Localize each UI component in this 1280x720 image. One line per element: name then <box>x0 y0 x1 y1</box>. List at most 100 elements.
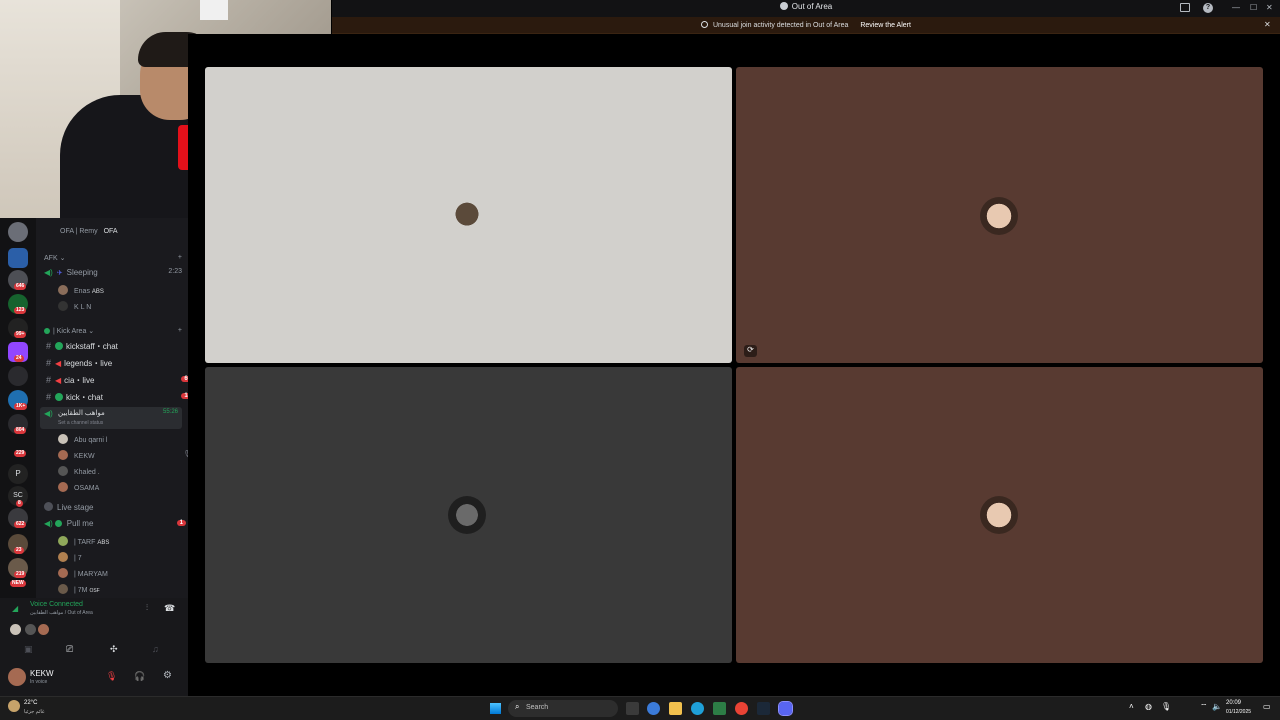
channel-status[interactable]: Set a channel status <box>58 420 103 426</box>
chevron-up-icon[interactable]: ˄ <box>1129 702 1134 711</box>
weather-desc: غائم جزئيا <box>24 709 45 715</box>
screen-share-icon[interactable]: ⎚ <box>66 644 73 655</box>
microphone-icon[interactable]: 🎙 <box>1161 702 1171 711</box>
channel-item[interactable]: OFA | Remy OFA <box>60 228 208 235</box>
channel-list: OFA | Remy OFA AFK ⌄ + ◀) ✈ Sleeping 2:23… <box>36 218 198 598</box>
video-tile-4[interactable] <box>736 367 1263 663</box>
user-tag: OSF <box>89 588 100 594</box>
avatar[interactable] <box>38 624 49 635</box>
user-name: K L N <box>74 304 92 311</box>
voice-user[interactable]: Khaled . <box>58 466 206 476</box>
chrome-icon[interactable] <box>735 702 748 715</box>
text-channel-kick-chat[interactable]: #kick・chat14 <box>46 392 194 403</box>
voice-channel-sleeping[interactable]: ◀) ✈ Sleeping 2:23 <box>44 268 192 277</box>
voice-user[interactable]: Enas ABS🎙 <box>58 285 206 295</box>
voice-user[interactable]: | 7🎙 <box>58 552 206 562</box>
clock-time[interactable]: 20:09 <box>1226 700 1241 706</box>
discord-icon[interactable] <box>778 701 793 716</box>
stage-channel[interactable]: Live stage <box>44 502 192 512</box>
text-channel-kickstaff[interactable]: # kickstaff・chat <box>46 341 194 352</box>
participant-avatar <box>448 197 486 235</box>
voice-status[interactable]: Voice Connected <box>30 601 83 608</box>
server-badge: 622 <box>14 521 27 528</box>
video-tile-1[interactable] <box>205 67 732 363</box>
help-icon[interactable]: ? <box>1203 3 1213 13</box>
avatar <box>58 584 68 594</box>
inbox-icon[interactable] <box>1180 3 1190 12</box>
window-titlebar: Out of Area ? — ☐ ✕ <box>332 0 1280 17</box>
user-name: | TARF <box>74 539 96 546</box>
category-kick-area[interactable]: | Kick Area ⌄ + <box>44 327 192 335</box>
voice-channel-pull-me[interactable]: ◀) Pull me 1 <box>44 519 192 528</box>
review-alert-link[interactable]: Review the Alert <box>860 22 911 29</box>
soundboard-icon[interactable]: ♫ <box>152 644 159 654</box>
megaphone-icon: ◀ <box>55 359 62 368</box>
camera-icon[interactable]: ▣ <box>24 644 33 655</box>
voice-user[interactable]: OSAMA <box>58 482 206 492</box>
server-icon[interactable] <box>8 248 28 268</box>
server-badge: 219 <box>14 571 27 578</box>
channel-name: cia・live <box>64 376 95 385</box>
server-icon[interactable] <box>8 366 28 386</box>
voice-user[interactable]: KEKW🎙⊘ <box>58 450 206 460</box>
activities-icon[interactable]: ✣ <box>110 644 118 655</box>
mute-mic-button[interactable]: 🎙 <box>106 671 117 682</box>
search-icon: ⌕ <box>515 702 520 711</box>
steam-icon[interactable] <box>757 702 770 715</box>
voice-user[interactable]: | MARYAM🎙 <box>58 568 206 578</box>
clock-date[interactable]: 01/12/2025 <box>1226 709 1251 715</box>
volume-icon[interactable]: 🔈 <box>1212 702 1222 711</box>
disconnect-icon[interactable]: ☎ <box>164 603 175 614</box>
weather-temp[interactable]: 22°C <box>24 700 37 706</box>
voice-location[interactable]: مواهب الطقايين / Out of Area <box>30 610 93 616</box>
deafen-button[interactable]: 🎧 <box>134 671 145 682</box>
voice-channel-active[interactable]: ◀) مواهب الطقايين 55:26 Set a channel st… <box>40 407 182 429</box>
wifi-icon[interactable]: ⌔ <box>1200 702 1208 712</box>
file-explorer-icon[interactable] <box>669 702 682 715</box>
windows-start-icon[interactable] <box>490 703 501 714</box>
close-window-button[interactable]: ✕ <box>1266 3 1273 12</box>
minimize-button[interactable]: — <box>1232 3 1240 12</box>
server-icon[interactable]: P <box>8 464 28 484</box>
avatar <box>58 301 68 311</box>
noise-suppression-icon[interactable]: ⫶ <box>146 603 148 613</box>
maximize-button[interactable]: ☐ <box>1250 3 1257 12</box>
task-view-icon[interactable] <box>626 702 639 715</box>
server-badge: 804 <box>14 427 27 434</box>
speaker-icon: ◀) <box>44 409 53 418</box>
text-channel-legends[interactable]: # ◀ legends・live <box>46 358 194 369</box>
edge-icon[interactable] <box>691 702 704 715</box>
notification-icon[interactable]: ▭ <box>1263 702 1271 711</box>
server-badge: 123 <box>14 307 27 314</box>
close-alert-button[interactable]: ✕ <box>1264 20 1271 29</box>
video-tile-3[interactable] <box>205 367 732 663</box>
channel-name: kick・chat <box>66 393 103 402</box>
voice-user[interactable]: | TARF ABS🎙 <box>58 536 206 546</box>
voice-user[interactable]: Abu qarni l <box>58 434 206 444</box>
taskbar-search[interactable]: ⌕ Search <box>508 700 618 717</box>
settings-gear-icon[interactable]: ⚙ <box>163 670 172 681</box>
user-name: | 7 <box>74 555 82 562</box>
server-icon[interactable] <box>8 222 28 242</box>
channel-name: Live stage <box>57 503 94 512</box>
voice-user[interactable]: K L N🎙 <box>58 301 206 311</box>
video-tile-2[interactable]: ⟳ <box>736 67 1263 363</box>
copilot-icon[interactable] <box>647 702 660 715</box>
text-channel-cia[interactable]: #◀cia・live60 <box>46 375 194 386</box>
avatar[interactable] <box>10 624 21 635</box>
status-dot <box>44 328 50 334</box>
server-sidebar: 646 123 99+ 24 1K+ 804 229 P SC 8 622 23… <box>0 218 36 598</box>
weather-icon[interactable] <box>8 700 20 712</box>
signal-icon[interactable]: ◢ <box>12 604 18 613</box>
new-badge: NEW <box>10 580 26 587</box>
network-icon[interactable]: ◍ <box>1145 702 1152 711</box>
store-icon[interactable] <box>713 702 726 715</box>
category-afk[interactable]: AFK ⌄ + <box>44 254 192 262</box>
user-avatar[interactable] <box>8 668 26 686</box>
screen-share-icon[interactable]: ⟳ <box>744 345 757 357</box>
avatar[interactable] <box>25 624 36 635</box>
user-name[interactable]: KEKW <box>30 669 54 678</box>
avatar <box>58 285 68 295</box>
voice-user[interactable]: | 7M OSF🎙 <box>58 584 206 594</box>
participant-avatar <box>980 197 1018 235</box>
